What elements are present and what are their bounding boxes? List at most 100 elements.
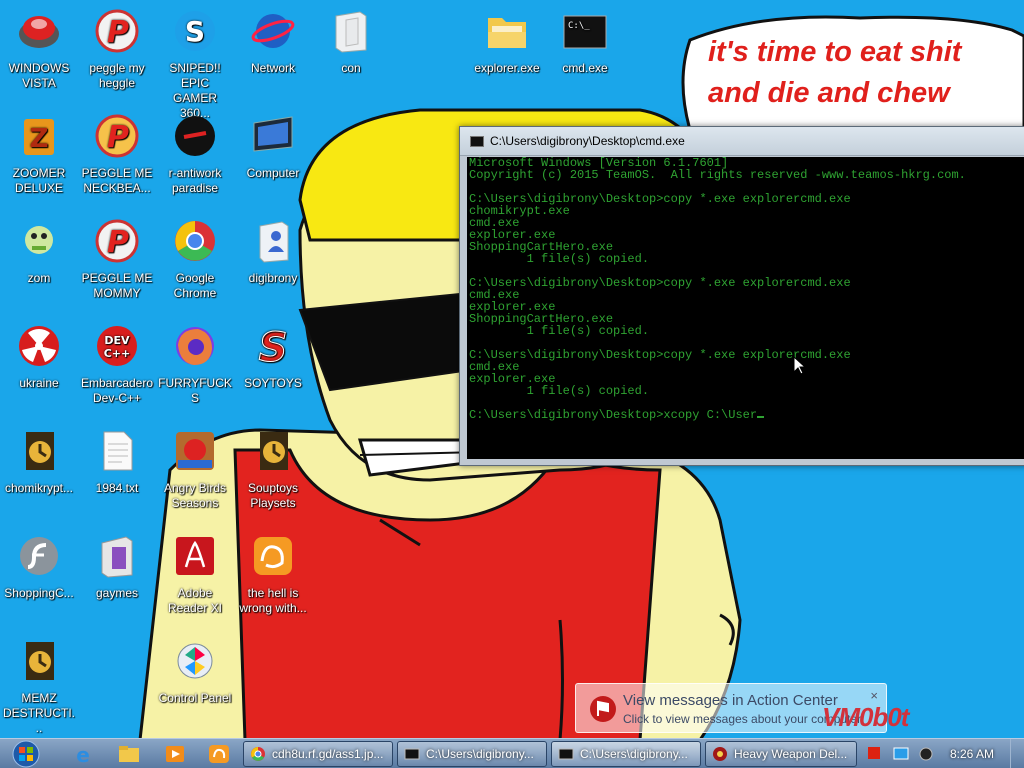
desktop-icon-gaymes[interactable]: gaymes <box>78 533 156 601</box>
console-line: chomikrypt.exe <box>469 204 570 218</box>
icon-label: ShoppingC... <box>4 586 74 600</box>
desktop-icon-explorer-exe[interactable]: explorer.exe <box>468 8 546 76</box>
zom-icon <box>25 226 53 254</box>
peggle-icon: P <box>95 114 139 158</box>
games-folder-icon <box>101 536 133 578</box>
notification-title: View messages in Action Center <box>623 692 838 709</box>
radiation-icon <box>19 326 59 366</box>
explorer-folder-icon[interactable] <box>116 742 142 766</box>
icon-label: Network <box>250 61 295 75</box>
desktop-icon-cmd-exe[interactable]: C:\_ cmd.exe <box>546 8 624 76</box>
cmd-icon: C:\_ <box>563 15 607 49</box>
desktop-icon-zoomer-deluxe[interactable]: Z ZOOMER DELUXE <box>0 113 78 196</box>
desktop-icon-shoppingcart[interactable]: ShoppingC... <box>0 533 78 601</box>
icon-label: ZOOMER DELUXE <box>12 166 66 195</box>
speech-bubble-text: it's time to eat shit and die and chew <box>708 36 962 109</box>
taskbar-task-cmd-1[interactable]: C:\Users\digibrony... <box>397 741 547 767</box>
taskbar-task-chrome[interactable]: cdh8u.rf.gd/ass1.jp... <box>243 741 393 767</box>
desktop-icon-chomikrypt[interactable]: chomikrypt... <box>0 428 78 496</box>
console-line: Copyright (c) 2015 TeamOS. All rights re… <box>469 168 966 182</box>
taskbar: e cdh8u.rf.gd/ass1.jp... C:\Users\digibr… <box>0 738 1024 768</box>
desktop-icon-1984-txt[interactable]: 1984.txt <box>78 428 156 496</box>
icon-label: Control Panel <box>158 691 232 705</box>
desktop-icon-memz-destructive[interactable]: MEMZ DESTRUCTI... <box>0 638 78 736</box>
taskbar-clock[interactable]: 8:26 AM <box>950 747 994 761</box>
console-prompt-line[interactable]: C:\Users\digibrony\Desktop>xcopy C:\User <box>469 409 1024 421</box>
icon-label: MEMZ DESTRUCTI... <box>3 691 75 735</box>
show-desktop-button[interactable] <box>1010 739 1024 768</box>
desktop-icon-peggle-mommy[interactable]: P PEGGLE ME MOMMY <box>78 218 156 301</box>
desktop-icon-digibrony[interactable]: digibrony <box>234 218 312 286</box>
close-icon[interactable]: × <box>870 688 878 703</box>
cmd-titlebar[interactable]: C:\Users\digibrony\Desktop\cmd.exe <box>460 127 1024 156</box>
internet-explorer-icon[interactable]: e <box>70 742 96 766</box>
desktop-icon-adobe-reader[interactable]: Adobe Reader XI <box>156 533 234 616</box>
action-center-flag-icon <box>590 696 616 722</box>
chrome-icon <box>251 747 265 761</box>
svg-text:e: e <box>76 743 90 766</box>
svg-text:P: P <box>107 225 129 260</box>
svg-text:Z: Z <box>30 124 49 154</box>
volume-icon <box>919 747 933 761</box>
desktop-icon-souptoys-playsets[interactable]: Souptoys Playsets <box>234 428 312 511</box>
desktop-icon-google-chrome[interactable]: Google Chrome <box>156 218 234 301</box>
icon-label: peggle my heggle <box>89 61 145 90</box>
icon-label: chomikrypt... <box>4 481 73 495</box>
taskbar-task-heavy-weapon[interactable]: Heavy Weapon Del... <box>705 741 857 767</box>
task-label: cdh8u.rf.gd/ass1.jp... <box>272 747 384 761</box>
start-button[interactable] <box>6 740 46 768</box>
svg-text:S: S <box>259 325 288 369</box>
cmd-icon <box>404 748 420 760</box>
icon-label: Souptoys Playsets <box>247 481 299 510</box>
desktop-icon-con[interactable]: con <box>312 8 390 76</box>
desktop-icon-angry-birds-seasons[interactable]: Angry Birds Seasons <box>156 428 234 511</box>
memz-icon <box>26 642 54 680</box>
user-folder-icon <box>259 221 289 263</box>
svg-text:C:\_: C:\_ <box>568 21 590 31</box>
desktop-icon-windows-vista[interactable]: WINDOWS VISTA <box>0 8 78 91</box>
zoomer-icon: Z <box>24 119 54 155</box>
media-player-icon[interactable] <box>162 742 188 766</box>
desktop-icon-control-panel[interactable]: Control Panel <box>156 638 234 706</box>
text-file-icon <box>103 431 133 471</box>
desktop-icon-peggle-my-heggle[interactable]: P peggle my heggle <box>78 8 156 91</box>
svg-text:S: S <box>185 15 205 48</box>
icon-label: WINDOWS VISTA <box>8 61 70 90</box>
computer-icon <box>253 116 293 152</box>
icon-label: r-antiwork paradise <box>168 166 222 195</box>
soytoys-icon: S <box>258 325 288 372</box>
folder-explorer-icon <box>488 18 526 48</box>
taskbar-task-cmd-2[interactable]: C:\Users\digibrony... <box>551 741 701 767</box>
network-tray-icon <box>893 747 909 760</box>
desktop-icon-dev-cpp[interactable]: DEV C++ Embarcadero Dev-C++ <box>78 323 156 406</box>
desktop-icon-peggle-neckbeard[interactable]: P PEGGLE ME NECKBEA... <box>78 113 156 196</box>
icon-label: Adobe Reader XI <box>167 586 223 615</box>
console-output[interactable]: Microsoft Windows [Version 6.1.7601] Cop… <box>467 157 1024 459</box>
uc-browser-icon[interactable] <box>206 742 232 766</box>
icon-label: FURRYFUCKS <box>158 376 232 405</box>
antiwork-icon <box>175 116 215 156</box>
icon-label: PEGGLE ME MOMMY <box>81 271 153 300</box>
icon-label: PEGGLE ME NECKBEA... <box>81 166 153 195</box>
uc-browser-icon <box>254 537 292 575</box>
desktop-icon-network[interactable]: Network <box>234 8 312 76</box>
desktop-icon-computer[interactable]: Computer <box>234 113 312 181</box>
desktop-icon-ukraine[interactable]: ukraine <box>0 323 78 391</box>
icon-label: digibrony <box>248 271 298 285</box>
console-input[interactable]: C:\Users\digibrony\Desktop>xcopy C:\User <box>469 408 757 422</box>
desktop-icon-soytoys[interactable]: S SOYTOYS <box>234 323 312 391</box>
system-tray[interactable] <box>864 743 944 765</box>
desktop-icon-antiwork-paradise[interactable]: r-antiwork paradise <box>156 113 234 196</box>
desktop-icon-uc-browser[interactable]: the hell is wrong with... <box>234 533 312 616</box>
adobe-reader-icon <box>176 537 214 575</box>
console-line: 1 file(s) copied. <box>469 252 650 266</box>
icon-label: Google Chrome <box>173 271 217 300</box>
desktop-icon-furryfucks[interactable]: FURRYFUCKS <box>156 323 234 406</box>
icon-label: con <box>341 61 361 75</box>
desktop-icon-zom[interactable]: zom <box>0 218 78 286</box>
cmd-window[interactable]: C:\Users\digibrony\Desktop\cmd.exe Micro… <box>459 126 1024 466</box>
icon-label: Embarcadero Dev-C++ <box>80 376 154 405</box>
memz-icon <box>26 432 54 470</box>
desktop-icon-skype-sniped[interactable]: S SNIPED!! EPIC GAMER 360... <box>156 8 234 121</box>
peggle-icon: P <box>95 9 139 53</box>
